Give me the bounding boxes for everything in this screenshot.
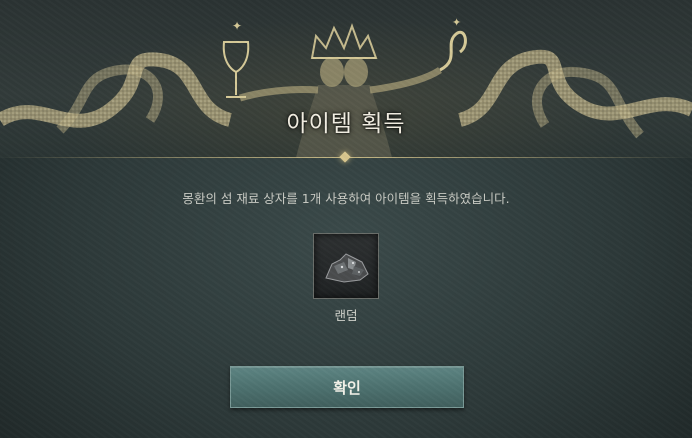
acquisition-message: 몽환의 섬 재료 상자를 1개 사용하여 아이템을 획득하였습니다. bbox=[182, 191, 510, 206]
svg-text:✦: ✦ bbox=[452, 16, 461, 29]
item-name: 랜덤 bbox=[334, 308, 358, 323]
confirm-button[interactable]: 확인 bbox=[230, 366, 464, 408]
ore-pile-icon bbox=[325, 253, 369, 283]
confirm-button-label: 확인 bbox=[333, 378, 361, 397]
svg-text:✦: ✦ bbox=[232, 19, 242, 33]
item-acquired-dialog: ✦ ✦ 아이템 획득 몽환의 섬 재료 상자를 1개 사용하여 아이템을 획득하… bbox=[0, 0, 692, 438]
item-slot[interactable] bbox=[313, 233, 379, 299]
header-banner: ✦ ✦ 아이템 획득 bbox=[0, 0, 692, 158]
dialog-title: 아이템 획득 bbox=[286, 111, 406, 137]
